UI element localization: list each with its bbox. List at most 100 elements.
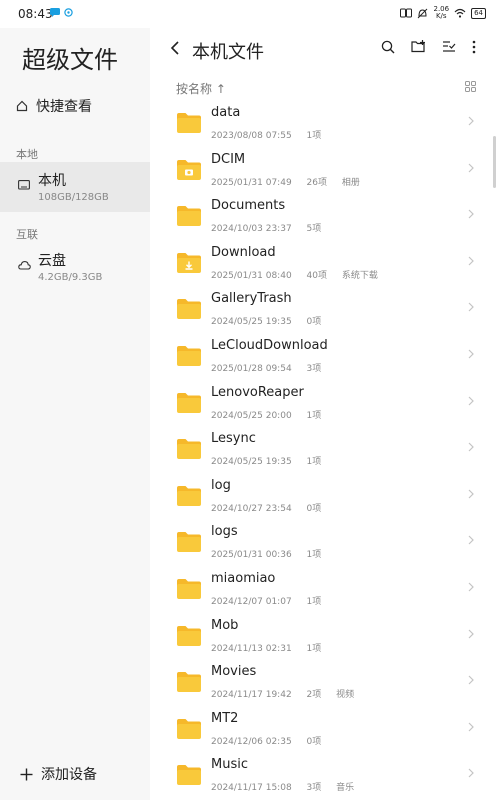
device-cloud[interactable]: 云盘 4.2GB/9.3GB [0,242,150,292]
folder-icon [177,578,201,599]
folder-date: 2024/11/13 02:31 [211,643,292,654]
more-icon[interactable] [472,40,476,54]
chevron-right-icon [468,722,474,732]
folder-icon [177,672,201,693]
folder-name: Movies [211,664,257,680]
folder-date: 2024/11/17 15:08 [211,783,292,794]
folder-count: 0项 [306,503,322,514]
folder-row-mob[interactable]: Mob 2024/11/13 02:31 1项 [150,613,500,660]
multi-select-icon[interactable] [442,40,456,53]
page-title: 本机文件 [192,42,264,63]
add-device-button[interactable]: 添加设备 [20,764,97,784]
folder-icon [177,718,201,739]
vibrate-icon [400,8,413,18]
folder-name: MT2 [211,710,239,726]
folder-date: 2024/05/25 19:35 [211,457,292,468]
tablet-icon [18,180,30,190]
chevron-right-icon [468,675,474,685]
search-icon[interactable] [381,40,395,54]
main-panel: 本机文件 按名称 ↑ data 2023/08/08 07:55 1项 DCIM… [150,28,500,800]
folder-meta: 2023/08/08 07:55 1项 [211,128,333,141]
chevron-right-icon [468,302,474,312]
folder-count: 3项 [306,363,322,374]
folder-meta: 2025/01/31 07:49 26项 相册 [211,175,372,188]
folder-row-lenovoreaper[interactable]: LenovoReaper 2024/05/25 20:00 1项 [150,380,500,427]
folder-row-music[interactable]: Music 2024/11/17 15:08 3项 音乐 [150,752,500,799]
folder-meta: 2024/10/27 23:54 0项 [211,501,333,514]
app-notification-icon [64,8,73,17]
folder-row-documents[interactable]: Documents 2024/10/03 23:37 5项 [150,193,500,240]
download-folder-icon [177,252,201,273]
folder-tag: 视频 [336,690,355,701]
folder-date: 2025/01/31 00:36 [211,550,292,561]
folder-icon [177,439,201,460]
quick-view-item[interactable]: 快捷查看 [16,96,92,116]
folder-icon [177,113,201,133]
chevron-right-icon [468,349,474,359]
folder-count: 5项 [306,224,322,235]
folder-count: 26项 [306,177,327,188]
folder-icon [177,532,201,553]
folder-date: 2024/11/17 19:42 [211,690,292,701]
folder-row-leclouddownload[interactable]: LeCloudDownload 2025/01/28 09:54 3项 [150,333,500,380]
folder-tag: 系统下载 [341,270,378,281]
folder-count: 0项 [306,736,322,747]
chevron-right-icon [468,163,474,173]
camera-folder-icon [177,159,201,180]
folder-tag: 音乐 [336,783,355,794]
folder-name: LeCloudDownload [211,337,328,353]
folder-icon [177,625,201,646]
app-title: 超级文件 [22,46,118,74]
folder-date: 2025/01/28 09:54 [211,363,292,374]
folder-count: 0项 [306,317,322,328]
status-right-icons: 2.06 K/s 64 [400,6,486,20]
device-local[interactable]: 本机 108GB/128GB [0,162,150,212]
folder-date: 2025/01/31 07:49 [211,177,292,188]
folder-row-log[interactable]: log 2024/10/27 23:54 0项 [150,473,500,520]
mute-icon [418,8,428,18]
chevron-right-icon [468,256,474,266]
chevron-right-icon [468,535,474,545]
folder-meta: 2024/11/17 19:42 2项 视频 [211,687,366,700]
home-icon [16,100,28,112]
folder-name: log [211,477,231,493]
folder-row-mt2[interactable]: MT2 2024/12/06 02:35 0项 [150,706,500,753]
back-icon[interactable] [170,40,180,56]
device-cloud-size: 4.2GB/9.3GB [38,272,103,283]
folder-row-download[interactable]: Download 2025/01/31 08:40 40项 系统下载 [150,240,500,287]
folder-count: 1项 [306,457,322,468]
device-cloud-name: 云盘 [38,253,66,269]
grid-view-icon[interactable] [465,81,476,92]
plus-icon [20,768,33,780]
folder-icon [177,765,201,786]
folder-row-miaomiao[interactable]: miaomiao 2024/12/07 01:07 1项 [150,566,500,613]
folder-name: Music [211,757,248,773]
new-folder-icon[interactable] [411,40,426,53]
sort-by-name-button[interactable]: 按名称 ↑ [176,80,226,97]
chevron-right-icon [468,489,474,499]
folder-row-movies[interactable]: Movies 2024/11/17 19:42 2项 视频 [150,659,500,706]
folder-icon [177,206,201,227]
device-local-size: 108GB/128GB [38,192,109,203]
folder-date: 2024/05/25 19:35 [211,317,292,328]
folder-icon [177,392,201,413]
folder-row-lesync[interactable]: Lesync 2024/05/25 19:35 1项 [150,426,500,473]
folder-name: Documents [211,198,286,214]
folder-count: 1项 [306,643,322,654]
folder-row-logs[interactable]: logs 2025/01/31 00:36 1项 [150,519,500,566]
folder-count: 2项 [306,690,322,701]
folder-row-dcim[interactable]: DCIM 2025/01/31 07:49 26项 相册 [150,147,500,194]
chevron-right-icon [468,629,474,638]
folder-meta: 2024/11/13 02:31 1项 [211,641,333,654]
folder-icon [177,485,201,506]
chevron-right-icon [468,396,474,405]
toolbar: 本机文件 [150,28,500,72]
sort-bar: 按名称 ↑ [150,78,500,100]
folder-row-data[interactable]: data 2023/08/08 07:55 1项 [150,100,500,147]
quick-view-label: 快捷查看 [36,99,92,115]
scrollbar[interactable] [493,136,496,188]
folder-count: 3项 [306,783,322,794]
folder-meta: 2024/05/25 19:35 0项 [211,314,333,327]
folder-row-gallerytrash[interactable]: GalleryTrash 2024/05/25 19:35 0项 [150,286,500,333]
chevron-right-icon [468,442,474,452]
